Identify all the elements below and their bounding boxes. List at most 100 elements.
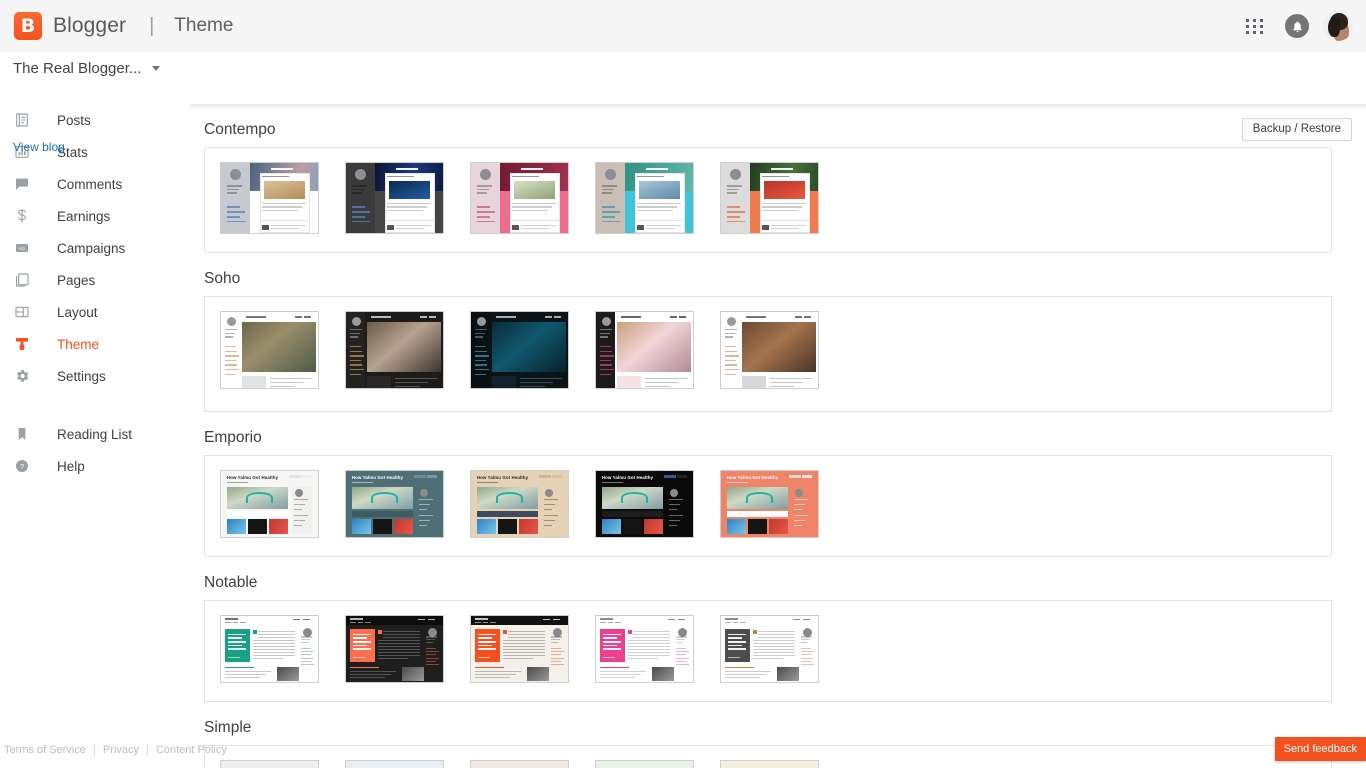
- theme-thumbnail[interactable]: [345, 311, 444, 389]
- comments-icon: [13, 175, 31, 193]
- bookmark-icon: [13, 425, 31, 443]
- theme-thumbnail[interactable]: [345, 615, 444, 683]
- theme-thumbnail[interactable]: [220, 311, 319, 389]
- theme-thumbnail[interactable]: [220, 162, 319, 234]
- theme-thumbnail[interactable]: How Yalmu Got Healthy: [470, 470, 569, 538]
- blog-name: The Real Blogger...: [13, 60, 142, 77]
- theme-family-title: Emporio: [204, 429, 262, 446]
- theme-thumbnail-slot: [720, 162, 832, 234]
- top-app-bar: B Blogger | Theme: [0, 0, 1366, 52]
- theme-thumbnail[interactable]: [220, 615, 319, 683]
- theme-icon: [13, 335, 31, 353]
- theme-family-notable: Notable: [190, 557, 1366, 702]
- theme-thumbnail[interactable]: [595, 162, 694, 234]
- theme-thumbnail[interactable]: [470, 162, 569, 234]
- sidebar-item-comments[interactable]: Comments: [0, 168, 190, 200]
- sidebar-item-settings[interactable]: Settings: [0, 360, 190, 392]
- blogger-logo-icon: B: [14, 12, 42, 40]
- theme-thumbnail[interactable]: How Yalmu Got Healthy: [720, 470, 819, 538]
- sidebar-item-label: Settings: [57, 368, 106, 384]
- theme-thumbnail[interactable]: [720, 311, 819, 389]
- theme-family-title: Contempo: [204, 121, 276, 138]
- sidebar-item-help[interactable]: ? Help: [0, 450, 190, 482]
- theme-thumbnail-slot: [720, 311, 832, 389]
- privacy-link[interactable]: Privacy: [103, 744, 139, 756]
- theme-thumbnail-slot: How Yalmu Got Healthy: [470, 470, 582, 538]
- theme-thumb-headline: How Yalmu Got Healthy: [351, 474, 404, 480]
- view-blog-link[interactable]: View blog: [13, 140, 65, 154]
- sidebar-item-label: Earnings: [57, 208, 111, 224]
- campaigns-icon: AD: [13, 239, 31, 257]
- theme-thumbnail-slot: How Yalmu Got Healthy: [595, 470, 707, 538]
- theme-thumbnail-slot: [220, 162, 332, 234]
- sidebar-item-label: Theme: [57, 336, 100, 352]
- sidebar-nav: Posts Stats Comments Earnings AD Campaigns Pag…: [0, 104, 227, 768]
- chevron-down-icon: [152, 66, 161, 71]
- page-title: Theme: [174, 15, 234, 36]
- theme-thumb-headline: How Yalmu Got Healthy: [476, 474, 529, 480]
- theme-thumbnail[interactable]: [470, 760, 569, 768]
- themes-scroll-region[interactable]: Contempo Soho Emporio How Yalmu Got Healthy…: [190, 104, 1366, 768]
- theme-family-title: Soho: [204, 270, 241, 287]
- sidebar-divider: [0, 392, 190, 418]
- theme-thumbnail-slot: How Yalmu Got Healthy: [220, 470, 332, 538]
- avatar[interactable]: [1323, 11, 1353, 41]
- theme-family-emporio: Emporio How Yalmu Got Healthy How Yalmu Go…: [190, 412, 1366, 557]
- earnings-icon: [13, 207, 31, 225]
- apps-grid-icon[interactable]: [1237, 8, 1273, 44]
- theme-family-card: [204, 147, 1332, 253]
- sidebar-item-pages[interactable]: Pages: [0, 264, 190, 296]
- send-feedback-button[interactable]: Send feedback: [1274, 737, 1366, 761]
- theme-thumbnail-slot: [595, 311, 707, 389]
- theme-thumbnail-slot: [470, 311, 582, 389]
- theme-thumbnail[interactable]: [720, 615, 819, 683]
- theme-thumbnail[interactable]: [595, 311, 694, 389]
- header-divider: |: [149, 14, 155, 37]
- theme-family-contempo: Contempo: [190, 104, 1366, 253]
- blogger-brand[interactable]: B Blogger: [0, 12, 126, 40]
- theme-thumbnail[interactable]: [345, 162, 444, 234]
- theme-thumbnail[interactable]: How Yalmu Got Healthy: [220, 470, 319, 538]
- theme-thumbnail-slot: [720, 760, 832, 768]
- content-policy-link[interactable]: Content Policy: [156, 744, 227, 756]
- sidebar-item-theme[interactable]: Theme: [0, 328, 190, 360]
- theme-thumbnail-slot: [470, 760, 582, 768]
- top-bar-actions: [1237, 8, 1366, 44]
- sidebar-item-earnings[interactable]: Earnings: [0, 200, 190, 232]
- svg-text:?: ?: [20, 462, 24, 471]
- theme-thumbnail-slot: [220, 760, 332, 768]
- theme-thumbnail-slot: [345, 615, 457, 683]
- layout-icon: [13, 303, 31, 321]
- theme-thumbnail-slot: [720, 615, 832, 683]
- blog-selector[interactable]: The Real Blogger...: [13, 60, 161, 77]
- theme-thumbnail-slot: How Yalmu Got Healthy: [345, 470, 457, 538]
- sidebar-item-label: Posts: [57, 112, 91, 128]
- theme-thumbnail[interactable]: How Yalmu Got Healthy: [345, 470, 444, 538]
- theme-thumbnail[interactable]: [470, 311, 569, 389]
- theme-family-card: [204, 600, 1332, 702]
- theme-thumbnail[interactable]: [720, 162, 819, 234]
- theme-thumb-headline: How Yalmu Got Healthy: [226, 474, 279, 480]
- theme-thumbnail-slot: [595, 760, 707, 768]
- settings-icon: [13, 367, 31, 385]
- theme-thumb-headline: How Yalmu Got Healthy: [601, 474, 654, 480]
- sidebar-item-label: Campaigns: [57, 240, 126, 256]
- theme-thumbnail[interactable]: [720, 760, 819, 768]
- sidebar-item-campaigns[interactable]: AD Campaigns: [0, 232, 190, 264]
- backup-restore-button[interactable]: Backup / Restore: [1241, 118, 1352, 141]
- sidebar-item-layout[interactable]: Layout: [0, 296, 190, 328]
- theme-thumbnail[interactable]: [470, 615, 569, 683]
- posts-icon: [13, 111, 31, 129]
- terms-of-service-link[interactable]: Terms of Service: [4, 744, 86, 756]
- bell-icon[interactable]: [1285, 14, 1309, 38]
- theme-thumbnail[interactable]: [595, 760, 694, 768]
- theme-thumbnail-slot: [345, 311, 457, 389]
- sidebar-item-posts[interactable]: Posts: [0, 104, 190, 136]
- theme-thumbnail[interactable]: [220, 760, 319, 768]
- theme-thumbnail[interactable]: [345, 760, 444, 768]
- theme-family-card: [204, 296, 1332, 412]
- theme-thumbnail[interactable]: [595, 615, 694, 683]
- sidebar-item-reading-list[interactable]: Reading List: [0, 418, 190, 450]
- theme-thumbnail[interactable]: How Yalmu Got Healthy: [595, 470, 694, 538]
- theme-thumb-headline: How Yalmu Got Healthy: [726, 474, 779, 480]
